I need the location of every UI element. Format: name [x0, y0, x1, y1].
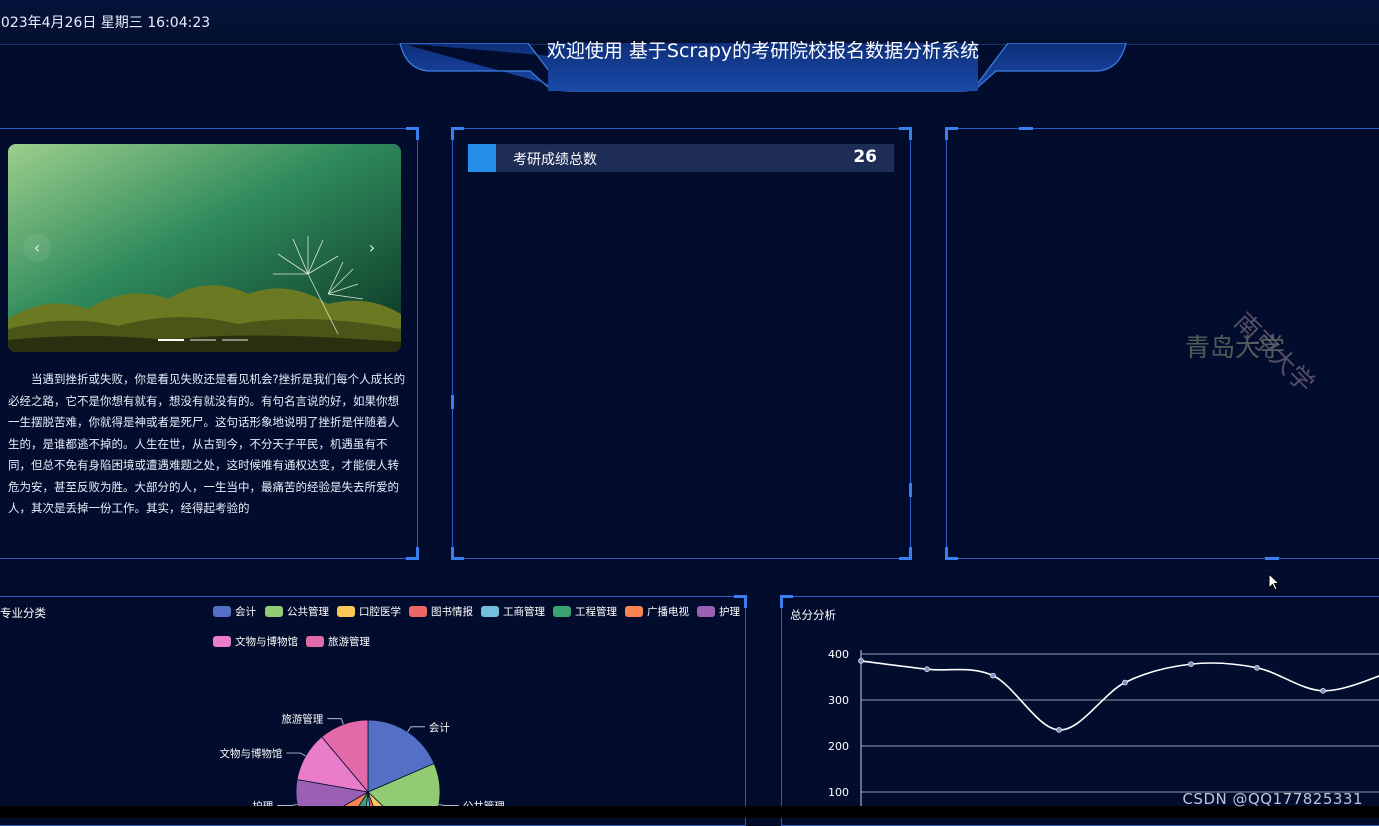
legend-swatch	[213, 606, 231, 617]
carousel-indicators	[158, 339, 258, 342]
legend-swatch	[409, 606, 427, 617]
carousel-next-button[interactable]: ›	[358, 234, 386, 262]
legend-swatch	[306, 636, 324, 647]
top-bar: 2023年4月26日 星期三 16:04:23	[0, 0, 1379, 45]
data-point[interactable]	[1122, 679, 1128, 686]
data-point[interactable]	[858, 658, 864, 664]
y-tick-label: 100	[828, 786, 849, 799]
pie-label-line	[286, 752, 306, 757]
page-title: 欢迎使用 基于Scrapy的考研院校报名数据分析系统	[546, 40, 980, 62]
legend-swatch	[337, 606, 355, 617]
data-point[interactable]	[1188, 661, 1194, 667]
panel-corner	[406, 127, 419, 140]
legend-label: 公共管理	[287, 606, 329, 618]
pie-label: 文物与博物馆	[219, 747, 282, 760]
panel-corner	[899, 127, 912, 140]
panel-corner	[406, 547, 419, 560]
legend-label: 图书情报	[431, 606, 473, 618]
carousel-indicator[interactable]	[222, 339, 248, 341]
stat-value: 26	[853, 147, 877, 167]
panel-corner	[945, 547, 958, 560]
legend-label: 旅游管理	[328, 636, 370, 648]
watermark-text: CSDN @QQ177825331	[1182, 790, 1363, 808]
legend-label: 口腔医学	[359, 606, 401, 618]
datetime-display: 2023年4月26日 星期三 16:04:23	[0, 15, 211, 31]
mouse-cursor-icon	[1268, 573, 1281, 591]
data-point[interactable]	[990, 672, 996, 679]
stat-marker-icon	[468, 144, 496, 172]
legend-label: 会计	[235, 606, 256, 618]
panel-corner	[451, 127, 464, 140]
data-point[interactable]	[1056, 727, 1062, 733]
legend-swatch	[481, 606, 499, 617]
legend-label: 工商管理	[503, 606, 545, 618]
panel-corner	[899, 547, 912, 560]
legend-label: 广播电视	[647, 606, 689, 618]
bottom-strip	[0, 806, 1379, 818]
wordcloud-panel	[945, 127, 1379, 560]
panel-edge-mark	[1019, 127, 1033, 130]
panel-corner	[945, 127, 958, 140]
chevron-left-icon: ‹	[33, 238, 41, 257]
y-tick-label: 300	[828, 694, 849, 707]
panel-edge-mark	[909, 483, 912, 497]
stats-panel	[451, 127, 912, 560]
carousel-indicator[interactable]	[158, 339, 184, 341]
pie-label: 会计	[429, 721, 450, 734]
pie-label: 旅游管理	[281, 713, 323, 726]
data-point[interactable]	[1254, 664, 1260, 671]
y-tick-label: 200	[828, 740, 849, 753]
panel-edge-mark	[451, 395, 454, 409]
carousel-image	[8, 144, 401, 352]
score-total-card: 考研成绩总数 26	[468, 144, 894, 172]
data-point[interactable]	[1320, 687, 1326, 694]
chevron-right-icon: ›	[368, 238, 376, 257]
legend-swatch	[265, 606, 283, 617]
pie-label-line	[407, 726, 425, 733]
line-chart-title: 总分分析	[790, 608, 836, 622]
series-line	[860, 660, 1379, 731]
pie-chart-title: 专业分类	[0, 606, 46, 620]
pie-chart: 会计公共管理广播电视护理文物与博物馆旅游管理	[219, 713, 505, 806]
y-tick-label: 400	[828, 648, 849, 661]
legend-label: 文物与博物馆	[235, 636, 298, 648]
carousel-indicator[interactable]	[190, 339, 216, 341]
pie-label-line	[327, 718, 344, 725]
legend-label: 工程管理	[575, 606, 617, 618]
legend-label: 护理	[719, 606, 740, 618]
image-carousel[interactable]: ‹ ›	[8, 144, 401, 352]
legend-swatch	[213, 636, 231, 647]
carousel-prev-button[interactable]: ‹	[23, 234, 51, 262]
line-chart: 100 200 300 400	[828, 648, 1379, 810]
legend-swatch	[697, 606, 715, 617]
panel-corner	[451, 547, 464, 560]
data-point[interactable]	[924, 666, 930, 672]
stat-label: 考研成绩总数	[513, 152, 597, 168]
panel-edge-mark	[1265, 557, 1279, 560]
article-text: 当遇到挫折或失败，你是看见失败还是看见机会?挫折是我们每个人成长的必经之路，它不…	[8, 372, 406, 515]
legend-swatch	[553, 606, 571, 617]
legend-swatch	[625, 606, 643, 617]
title-banner: 欢迎使用 基于Scrapy的考研院校报名数据分析系统	[398, 40, 1128, 93]
